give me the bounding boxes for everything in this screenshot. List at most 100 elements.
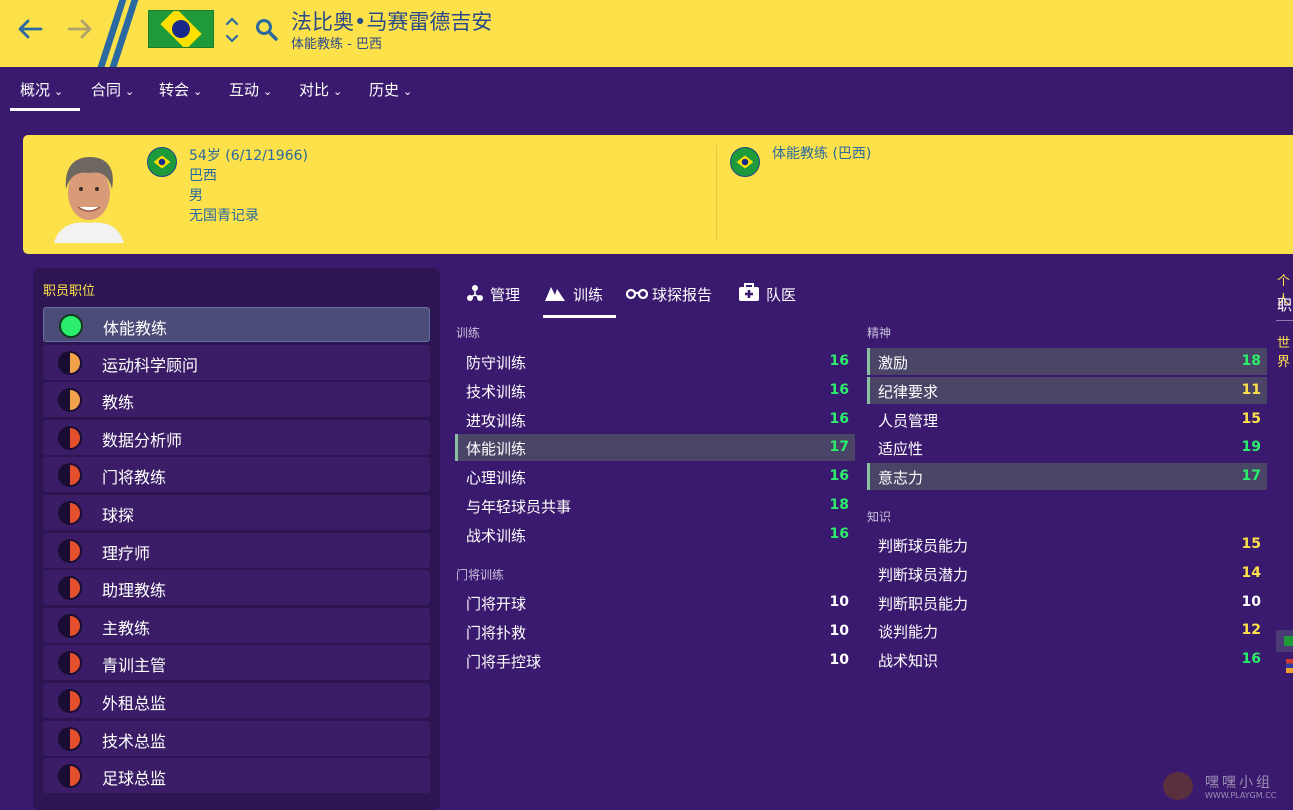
attribute-row[interactable]: 心理训练 16	[455, 463, 855, 490]
attribute-row[interactable]: 体能训练 17	[455, 434, 855, 462]
role-suitability-icon	[58, 576, 82, 601]
attribute-row[interactable]: 门将开球 10	[455, 589, 855, 616]
tab-contract[interactable]: 合同 ⌄	[91, 79, 134, 107]
attribute-row[interactable]: 适应性 19	[867, 434, 1267, 461]
youth-record: 无国青记录	[189, 208, 259, 224]
section-heading-knowledge: 知识	[867, 510, 892, 524]
sort-toggle-icon[interactable]	[224, 14, 240, 46]
attribute-value: 10	[829, 622, 849, 639]
attribute-value: 10	[829, 594, 849, 610]
attribute-row[interactable]: 判断球员能力 15	[867, 531, 1267, 558]
attribute-row[interactable]: 技术训练 16	[455, 377, 855, 404]
role-item[interactable]: 外租总监	[43, 683, 430, 718]
tab-transfer[interactable]: 转会 ⌄	[159, 79, 202, 107]
attribute-name: 防守训练	[466, 354, 527, 372]
role-item[interactable]: 主教练	[43, 607, 430, 643]
role-label: 助理教练	[102, 581, 167, 601]
attribute-name: 纪律要求	[878, 382, 939, 401]
chevron-down-icon: ⌄	[333, 85, 343, 98]
role-label: 体能教练	[103, 319, 168, 338]
attribute-row[interactable]: 战术训练 16	[455, 521, 855, 548]
list-item	[1276, 630, 1293, 652]
attribute-value: 14	[1241, 564, 1261, 581]
attribute-name: 与年轻球员共事	[466, 498, 572, 516]
role-suitability-icon	[58, 538, 82, 563]
attribute-value: 16	[829, 468, 849, 485]
role-item[interactable]: 足球总监	[43, 758, 430, 794]
role-label: 球探	[102, 506, 135, 525]
section-heading-mental: 精神	[867, 326, 892, 340]
attribute-row[interactable]: 门将手控球 10	[455, 647, 855, 674]
attribute-name: 判断球员潜力	[878, 565, 969, 584]
attribute-value: 10	[829, 651, 849, 668]
divider	[716, 145, 717, 241]
section-heading-goalkeeping: 门将训练	[456, 568, 505, 582]
gender: 男	[189, 188, 203, 204]
tab-training[interactable]: 训练	[543, 278, 616, 318]
active-tab-indicator	[10, 108, 80, 111]
role-suitability-icon	[58, 613, 82, 638]
role-suitability-icon	[58, 651, 82, 676]
attribute-row[interactable]: 进攻训练 16	[455, 406, 855, 433]
attribute-row[interactable]: 意志力 17	[867, 463, 1267, 491]
role-suitability-icon	[58, 764, 82, 789]
tab-overview[interactable]: 概况 ⌄	[20, 79, 63, 107]
nationality: 巴西	[189, 168, 217, 184]
back-arrow-icon[interactable]	[15, 14, 45, 44]
attribute-row[interactable]: 门将扑救 10	[455, 618, 855, 645]
binoculars-icon	[626, 288, 648, 300]
chevron-down-icon: ⌄	[54, 85, 64, 98]
role-label: 理疗师	[102, 543, 151, 563]
watermark: 嘿嘿小组 WWW.PLAYGM.CC	[1163, 770, 1288, 804]
attribute-row[interactable]: 与年轻球员共事 18	[455, 492, 855, 519]
training-icon	[545, 287, 565, 301]
role-label: 教练	[102, 393, 135, 413]
attribute-row[interactable]: 判断球员潜力 14	[867, 560, 1267, 587]
attribute-value: 18	[829, 497, 849, 513]
staff-roles-panel: 职员职位 体能教练运动科学顾问教练数据分析师门将教练球探理疗师助理教练主教练青训…	[33, 268, 440, 810]
role-label: 青训主管	[102, 656, 167, 676]
attribute-row[interactable]: 防守训练 16	[455, 348, 855, 375]
role-item[interactable]: 教练	[43, 382, 430, 418]
brazil-flag-icon	[730, 147, 760, 177]
attribute-name: 技术训练	[466, 382, 527, 401]
role-item[interactable]: 运动科学顾问	[43, 344, 430, 380]
forward-arrow-icon[interactable]	[65, 14, 95, 44]
roles-heading: 职员职位	[43, 284, 96, 299]
attribute-name: 门将开球	[466, 595, 527, 613]
attribute-row[interactable]: 纪律要求 11	[867, 376, 1267, 404]
chevron-down-icon: ⌄	[263, 85, 273, 98]
header-bar: 法比奥•马赛雷德吉安 体能教练 - 巴西	[0, 0, 1293, 67]
attribute-row[interactable]: 判断职员能力 10	[867, 589, 1267, 616]
attribute-name: 适应性	[878, 440, 924, 459]
watermark-logo-icon	[1163, 772, 1193, 800]
role-item[interactable]: 助理教练	[43, 570, 430, 606]
role-item[interactable]: 数据分析师	[43, 419, 430, 455]
role-item[interactable]: 理疗师	[43, 532, 430, 568]
role-item[interactable]: 球探	[43, 495, 430, 530]
attribute-row[interactable]: 战术知识 16	[867, 646, 1267, 673]
role-item[interactable]: 门将教练	[43, 457, 430, 493]
attribute-value: 18	[1241, 353, 1261, 369]
role-suitability-icon	[58, 350, 82, 375]
role-item[interactable]: 青训主管	[43, 645, 430, 681]
attribute-value: 16	[829, 353, 849, 369]
brazil-flag-icon	[147, 147, 177, 177]
tab-interaction[interactable]: 互动 ⌄	[229, 79, 272, 107]
attribute-row[interactable]: 激励 18	[867, 348, 1267, 375]
attribute-row[interactable]: 谈判能力 12	[867, 617, 1267, 644]
tab-compare[interactable]: 对比 ⌄	[299, 79, 342, 107]
role-item[interactable]: 技术总监	[43, 720, 430, 756]
attribute-row[interactable]: 人员管理 15	[867, 406, 1267, 433]
attribute-name: 门将扑救	[466, 623, 527, 642]
tab-history[interactable]: 历史 ⌄	[369, 79, 412, 107]
brazil-flag-icon	[148, 10, 214, 48]
page-subtitle: 体能教练 - 巴西	[291, 37, 382, 52]
search-icon[interactable]	[254, 17, 279, 42]
attribute-name: 意志力	[878, 469, 924, 488]
role-label: 数据分析师	[102, 430, 183, 450]
attribute-name: 门将手控球	[466, 652, 542, 671]
role-item[interactable]: 体能教练	[43, 307, 430, 342]
attribute-value: 15	[1241, 536, 1261, 552]
attribute-name: 人员管理	[878, 411, 939, 430]
